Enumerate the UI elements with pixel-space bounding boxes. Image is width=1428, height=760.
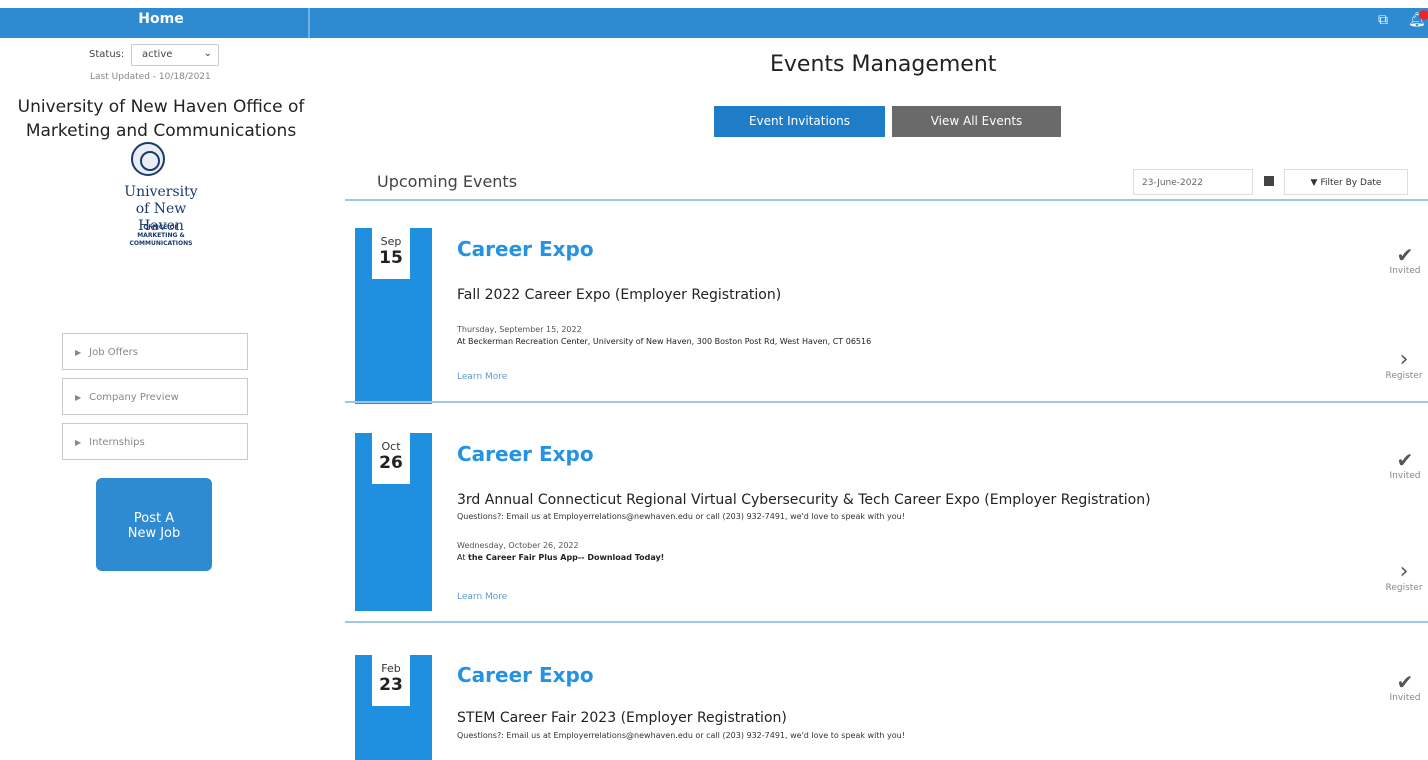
side-item-company-preview[interactable]: ▶ Company Preview xyxy=(62,378,248,415)
university-seal-icon xyxy=(131,142,165,176)
triangle-right-icon: ▶ xyxy=(75,438,82,447)
side-item-label: Internships xyxy=(89,437,145,448)
check-icon: ✔ xyxy=(1396,448,1414,472)
event-date: Wednesday, October 26, 2022 xyxy=(457,541,579,550)
date-filter-input[interactable]: 23-June-2022 xyxy=(1133,169,1253,195)
home-button[interactable]: Home xyxy=(14,8,308,38)
tab-view-all-events[interactable]: View All Events xyxy=(892,106,1061,137)
date-box: Sep 15 xyxy=(372,228,410,279)
check-icon: ✔ xyxy=(1396,243,1414,267)
check-icon: ✔ xyxy=(1396,670,1414,694)
topbar-divider xyxy=(308,8,310,38)
event-day: 23 xyxy=(379,675,403,695)
side-item-internships[interactable]: ▶ Internships xyxy=(62,423,248,460)
loc-text: Beckerman Recreation Center, University … xyxy=(468,337,872,346)
company-name: University of New Haven Office of Market… xyxy=(17,97,305,141)
date-column: Sep 15 xyxy=(355,228,432,404)
event-name: 3rd Annual Connecticut Regional Virtual … xyxy=(457,492,1151,508)
side-item-job-offers[interactable]: ▶ Job Offers xyxy=(62,333,248,370)
event-day: 15 xyxy=(379,248,403,268)
event-card: Sep 15 Career Expo Fall 2022 Career Expo… xyxy=(345,201,1428,404)
event-title[interactable]: Career Expo xyxy=(457,442,594,466)
side-item-label: Company Preview xyxy=(89,392,179,403)
date-box: Oct 26 xyxy=(372,433,410,484)
side-item-label: Job Offers xyxy=(89,347,138,358)
event-title[interactable]: Career Expo xyxy=(457,663,594,687)
notification-badge xyxy=(1419,10,1428,20)
invited-status[interactable]: ✔ Invited xyxy=(1385,449,1425,481)
sidebar: Status: active ⌄ Last Updated - 10/18/20… xyxy=(14,38,308,760)
post-button-label: Post A New Job xyxy=(127,511,181,541)
triangle-right-icon: ▶ xyxy=(75,393,82,402)
status-label: Invited xyxy=(1389,693,1421,703)
event-card: Oct 26 Career Expo 3rd Annual Connecticu… xyxy=(345,403,1428,650)
date-column: Feb 23 xyxy=(355,655,432,760)
date-column: Oct 26 xyxy=(355,433,432,611)
logo-subtitle: OFFICE OF MARKETING & COMMUNICATIONS xyxy=(14,224,308,248)
event-day: 26 xyxy=(379,453,403,473)
event-location: At the Career Fair Plus App-- Download T… xyxy=(457,553,664,562)
chevron-right-icon: › xyxy=(1399,347,1409,372)
chevron-right-icon: › xyxy=(1399,559,1409,584)
event-question: Questions?: Email us at Employerrelation… xyxy=(457,731,905,740)
last-updated: Last Updated - 10/18/2021 xyxy=(90,72,211,82)
register-label: Register xyxy=(1385,583,1423,593)
event-month: Feb xyxy=(381,662,401,675)
status-select[interactable]: active ⌄ xyxy=(131,44,219,66)
register-button[interactable]: › Register xyxy=(1381,559,1427,594)
triangle-right-icon: ▶ xyxy=(75,348,82,357)
filter-by-date-button[interactable]: ▼ Filter By Date xyxy=(1284,169,1408,195)
resize-icon[interactable]: ⧉ xyxy=(1378,12,1388,28)
filter-label: Filter By Date xyxy=(1320,178,1382,188)
invited-status[interactable]: ✔ Invited xyxy=(1385,244,1425,276)
top-bar: Home ⧉ 🔔︎ xyxy=(0,8,1428,38)
learn-more-link[interactable]: Learn More xyxy=(457,372,507,382)
register-button[interactable]: › Register xyxy=(1381,347,1427,382)
funnel-icon: ▼ xyxy=(1310,178,1318,188)
invited-status[interactable]: ✔ Invited xyxy=(1385,671,1425,703)
chevron-down-icon: ⌄ xyxy=(203,48,212,59)
event-card: Feb 23 Career Expo STEM Career Fair 2023… xyxy=(345,623,1428,760)
post-new-job-button[interactable]: Post A New Job xyxy=(96,478,212,571)
tab-event-invitations[interactable]: Event Invitations xyxy=(714,106,885,137)
side-menu: ▶ Job Offers ▶ Company Preview ▶ Internship… xyxy=(62,333,248,468)
loc-text: the Career Fair Plus App-- Download Toda… xyxy=(468,553,665,562)
register-label: Register xyxy=(1385,371,1423,381)
page-title: Events Management xyxy=(770,52,997,77)
status-label: Invited xyxy=(1389,266,1421,276)
date-box: Feb 23 xyxy=(372,655,410,706)
event-date: Thursday, September 15, 2022 xyxy=(457,325,582,334)
section-title: Upcoming Events xyxy=(377,172,518,191)
event-title[interactable]: Career Expo xyxy=(457,237,594,261)
calendar-icon[interactable] xyxy=(1264,176,1274,186)
event-name: Fall 2022 Career Expo (Employer Registra… xyxy=(457,287,782,303)
event-location: At Beckerman Recreation Center, Universi… xyxy=(457,337,871,346)
logo-sub-text: OFFICE OF MARKETING & COMMUNICATIONS xyxy=(129,224,193,247)
status-label: Status: xyxy=(89,49,125,60)
event-question: Questions?: Email us at Employerrelation… xyxy=(457,512,905,521)
loc-prefix: At xyxy=(457,337,469,346)
learn-more-link[interactable]: Learn More xyxy=(457,592,507,602)
loc-prefix: At xyxy=(457,553,469,562)
status-value: active xyxy=(142,49,173,60)
event-name: STEM Career Fair 2023 (Employer Registra… xyxy=(457,710,787,726)
status-label: Invited xyxy=(1389,471,1421,481)
event-month: Sep xyxy=(380,235,402,248)
event-month: Oct xyxy=(381,440,401,453)
